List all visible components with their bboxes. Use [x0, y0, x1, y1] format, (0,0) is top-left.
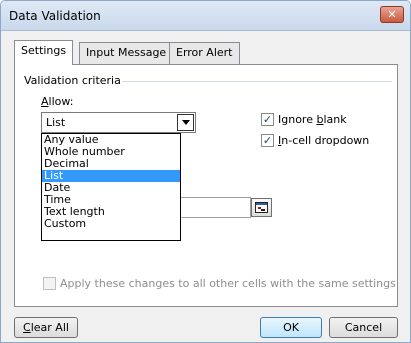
- dialog-title: Data Validation: [9, 9, 101, 23]
- allow-dropdown-list[interactable]: Any value Whole number Decimal List Date…: [41, 133, 181, 241]
- allow-combobox[interactable]: List: [41, 112, 196, 133]
- tab-settings[interactable]: Settings: [14, 40, 74, 65]
- clear-all-mnemonic: C: [23, 321, 31, 334]
- apply-all-row: Apply these changes to all other cells w…: [43, 277, 396, 290]
- close-icon: ✕: [387, 8, 397, 21]
- close-button[interactable]: ✕: [380, 6, 404, 23]
- apply-all-checkbox: [43, 277, 56, 290]
- allow-dropdown-button[interactable]: [177, 114, 194, 131]
- ok-button[interactable]: OK: [260, 317, 322, 338]
- allow-label: Allow:: [41, 95, 73, 108]
- collapse-dialog-icon: [255, 202, 268, 213]
- checkmark-icon: ✓: [262, 113, 273, 126]
- tab-error-alert[interactable]: Error Alert: [169, 42, 240, 64]
- ignore-blank-label-start: Ignore: [278, 113, 317, 126]
- allow-label-mnemonic: A: [41, 95, 49, 108]
- in-cell-dropdown-label-rest: n-cell dropdown: [281, 134, 370, 147]
- clear-all-button[interactable]: Clear All: [14, 317, 78, 338]
- title-bar: Data Validation ✕: [1, 1, 410, 31]
- collapse-dialog-button[interactable]: [251, 198, 272, 217]
- checkmark-icon: ✓: [262, 134, 273, 147]
- in-cell-dropdown-checkbox[interactable]: ✓: [261, 134, 274, 147]
- validation-criteria-label: Validation criteria: [24, 74, 121, 87]
- allow-label-rest: llow:: [48, 95, 74, 108]
- tab-input-message[interactable]: Input Message: [79, 42, 174, 64]
- cancel-button[interactable]: Cancel: [329, 317, 398, 338]
- source-input[interactable]: [181, 197, 251, 218]
- chevron-down-icon: [181, 120, 190, 125]
- clear-all-label-rest: lear All: [30, 321, 69, 334]
- ignore-blank-checkbox[interactable]: ✓: [261, 113, 274, 126]
- ignore-blank-label: Ignore blank: [278, 113, 347, 126]
- ignore-blank-label-end: lank: [323, 113, 347, 126]
- in-cell-dropdown-label: In-cell dropdown: [278, 134, 369, 147]
- group-divider: [122, 81, 392, 82]
- in-cell-dropdown-row[interactable]: ✓ In-cell dropdown: [261, 134, 369, 147]
- ignore-blank-row[interactable]: ✓ Ignore blank: [261, 113, 347, 126]
- apply-all-label: Apply these changes to all other cells w…: [60, 277, 396, 290]
- data-validation-dialog: Data Validation ✕ Settings Input Message…: [0, 0, 411, 343]
- allow-selected-value: List: [46, 116, 66, 129]
- option-custom[interactable]: Custom: [42, 218, 180, 230]
- settings-panel: Validation criteria Allow: List Any valu…: [14, 64, 398, 307]
